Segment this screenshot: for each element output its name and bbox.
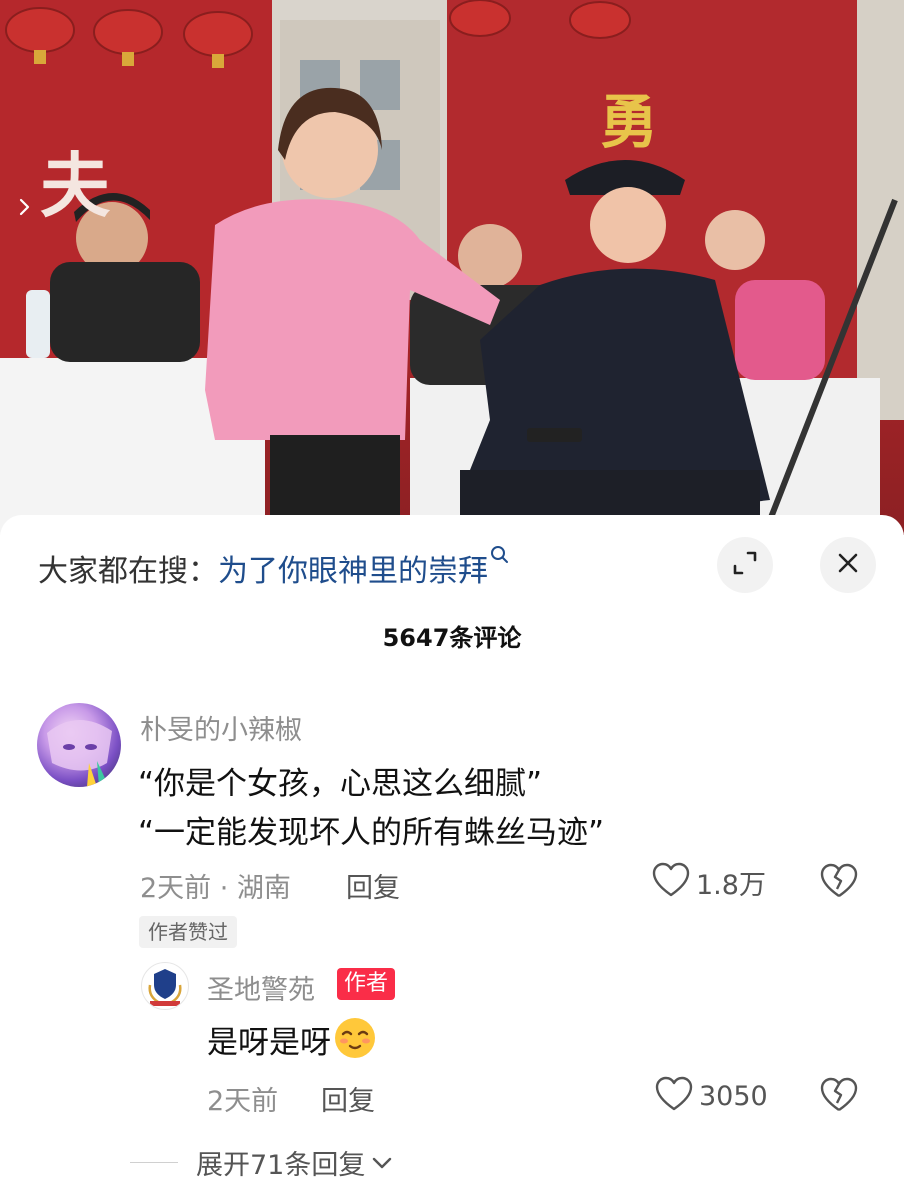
avatar[interactable] (37, 703, 121, 787)
scene-illustration (0, 0, 904, 535)
broken-heart-icon (820, 863, 858, 903)
reply-meta: 2天前 (207, 1086, 279, 1117)
like-count: 3050 (699, 1080, 768, 1112)
reply-text: 是呀是呀 (207, 1017, 377, 1062)
comment-count: 5647条评论 (382, 624, 522, 652)
expand-replies-label: 展开71条回复 (196, 1150, 366, 1181)
reply-button[interactable]: 回复 (346, 866, 400, 905)
comment-text-line: “你是个女孩，心思这么细腻” (138, 766, 543, 802)
avatar[interactable] (141, 962, 189, 1010)
video-frame[interactable]: 勇 夫 (0, 0, 904, 535)
trending-search[interactable]: 大家都在搜： 为了你眼神里的崇拜 (38, 545, 510, 591)
search-icon[interactable] (490, 545, 510, 572)
trending-search-prefix: 大家都在搜： (38, 554, 218, 589)
banner-char: 勇 (600, 88, 661, 156)
smiling-face-emoji-icon (333, 1016, 377, 1060)
comment-text-line: “一定能发现坏人的所有蛛丝马迹” (138, 815, 605, 851)
like-button[interactable]: 3050 (655, 1076, 768, 1116)
comment-sheet: 大家都在搜： 为了你眼神里的崇拜 5647条评论 朴旻的小辣椒 “你是个女孩，心… (0, 515, 904, 1200)
broken-heart-icon (820, 1077, 858, 1117)
close-button[interactable] (820, 537, 876, 593)
trending-search-term[interactable]: 为了你眼神里的崇拜 (218, 546, 488, 590)
chevron-down-icon (371, 1147, 393, 1178)
author-liked-tag: 作者赞过 (139, 916, 237, 948)
divider (130, 1162, 178, 1163)
reply-username[interactable]: 圣地警苑 (207, 968, 315, 1007)
comment-username[interactable]: 朴旻的小辣椒 (140, 708, 302, 747)
chevron-right-icon[interactable] (12, 195, 36, 219)
like-button[interactable]: 1.8万 (652, 862, 766, 902)
like-count: 1.8万 (696, 869, 766, 901)
dislike-button[interactable] (820, 1077, 858, 1117)
heart-icon (655, 1076, 693, 1116)
banner-char: 夫 (40, 144, 112, 227)
expand-button[interactable] (717, 537, 773, 593)
reply-text-content: 是呀是呀 (207, 1025, 331, 1061)
reply-button[interactable]: 回复 (321, 1079, 375, 1118)
close-icon (835, 550, 861, 580)
comment-meta: 2天前 · 湖南 (140, 873, 291, 904)
author-badge: 作者 (337, 968, 396, 1000)
dislike-button[interactable] (820, 863, 858, 903)
expand-icon (730, 548, 760, 582)
expand-replies-button[interactable]: 展开71条回复 (130, 1143, 393, 1182)
heart-icon (652, 862, 690, 902)
